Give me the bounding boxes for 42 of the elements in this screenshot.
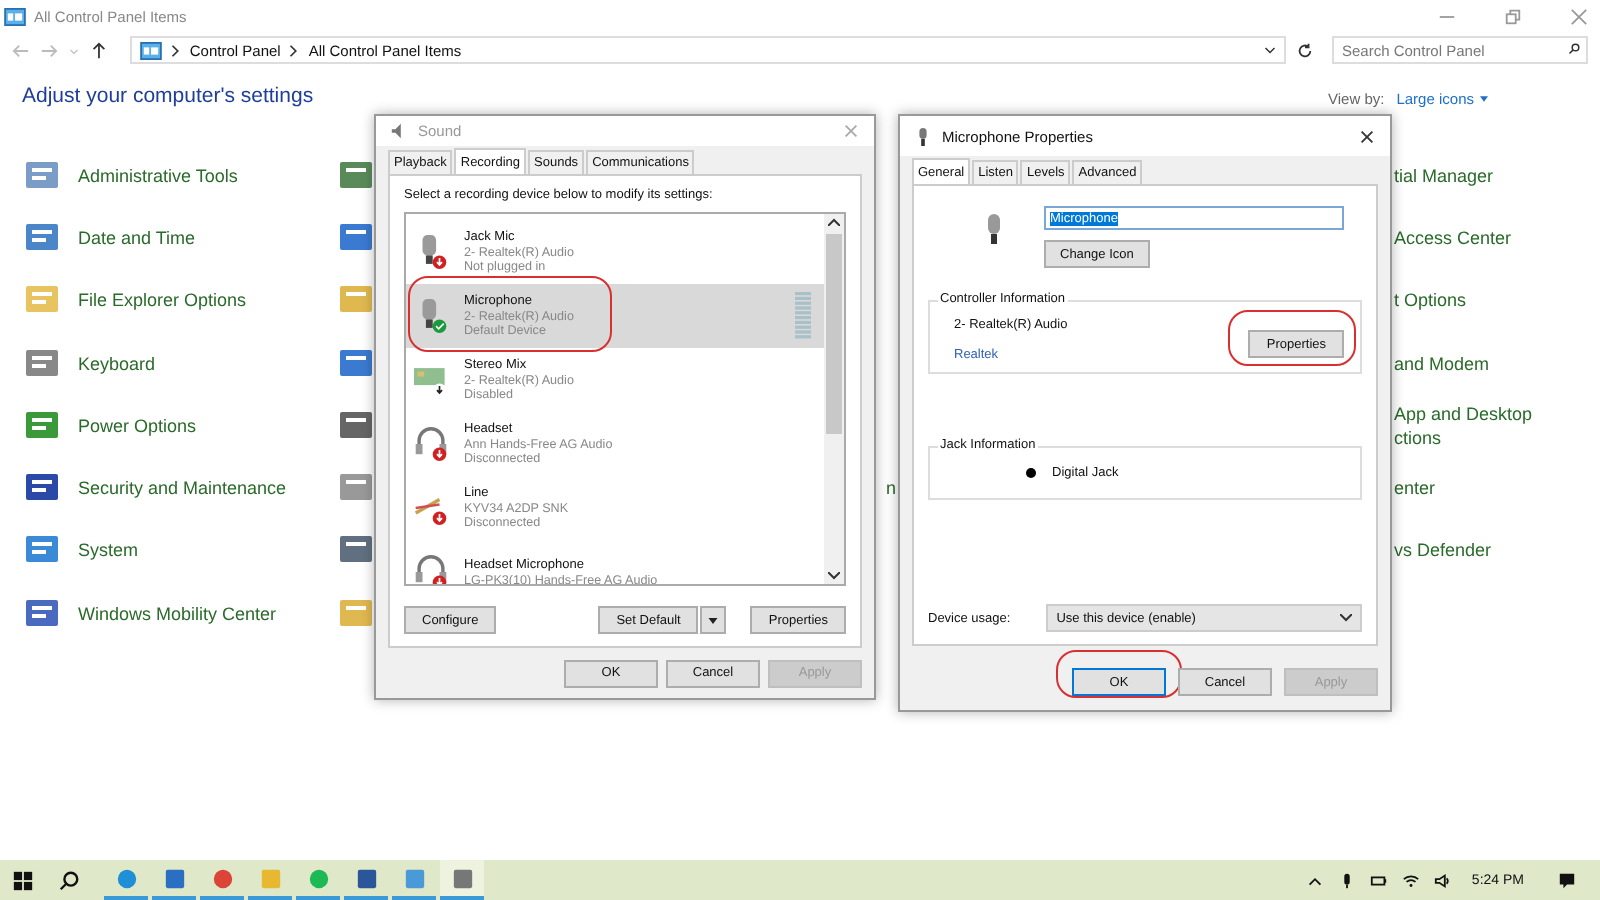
control-panel-icon bbox=[139, 41, 162, 59]
chevron-down-icon[interactable] bbox=[1264, 43, 1277, 57]
control-panel-link[interactable]: enter bbox=[1394, 478, 1436, 499]
chevron-right-icon bbox=[169, 43, 182, 57]
control-panel-link[interactable]: tial Manager bbox=[1394, 165, 1494, 186]
notification-icon[interactable] bbox=[1558, 871, 1576, 889]
control-panel-link[interactable]: Security and Maintenance bbox=[78, 478, 287, 499]
control-panel-link[interactable]: Administrative Tools bbox=[78, 165, 238, 186]
control-panel-link[interactable]: Power Options bbox=[78, 415, 197, 436]
control-panel-link[interactable]: n bbox=[885, 478, 896, 499]
caret-icon bbox=[1480, 96, 1488, 102]
control-panel-link[interactable]: Keyboard bbox=[78, 353, 156, 374]
refresh-icon[interactable] bbox=[1296, 41, 1314, 59]
dropdown-button[interactable] bbox=[700, 606, 727, 635]
restore-icon[interactable] bbox=[1504, 7, 1522, 25]
microphone-icon bbox=[914, 127, 932, 145]
wifi-icon[interactable] bbox=[1401, 871, 1420, 889]
scrollbar[interactable] bbox=[824, 214, 844, 585]
close-icon[interactable] bbox=[1358, 127, 1376, 145]
control-panel-link[interactable]: vs Defender bbox=[1394, 540, 1492, 561]
control-panel-link[interactable]: ctions bbox=[1394, 427, 1533, 448]
battery-icon[interactable] bbox=[1369, 871, 1388, 889]
search-icon bbox=[1568, 42, 1580, 56]
chevron-down-icon[interactable] bbox=[828, 572, 840, 581]
up-arrow-icon[interactable] bbox=[89, 41, 108, 59]
control-panel-link[interactable]: App and Desktop bbox=[1394, 403, 1533, 424]
chevron-right-icon bbox=[288, 43, 301, 57]
caret-icon bbox=[708, 617, 719, 624]
control-panel-link[interactable]: and Modem bbox=[1394, 353, 1490, 374]
page-heading: Adjust your computer's settings bbox=[22, 84, 314, 108]
chevron-up-icon[interactable] bbox=[828, 218, 840, 227]
control-panel-link[interactable]: Date and Time bbox=[78, 227, 196, 248]
control-panel-link[interactable]: Access Center bbox=[1394, 227, 1512, 248]
control-panel-link[interactable]: System bbox=[78, 540, 139, 561]
windows-logo-icon[interactable] bbox=[12, 869, 34, 891]
microphone-icon bbox=[984, 214, 1004, 246]
control-panel-link[interactable]: Windows Mobility Center bbox=[78, 603, 277, 624]
search-icon[interactable] bbox=[58, 869, 80, 891]
chevron-down-icon bbox=[1340, 614, 1352, 622]
control-panel-link[interactable]: t Options bbox=[1394, 290, 1467, 311]
control-panel-link[interactable]: File Explorer Options bbox=[78, 290, 247, 311]
dot-icon bbox=[1026, 468, 1036, 478]
